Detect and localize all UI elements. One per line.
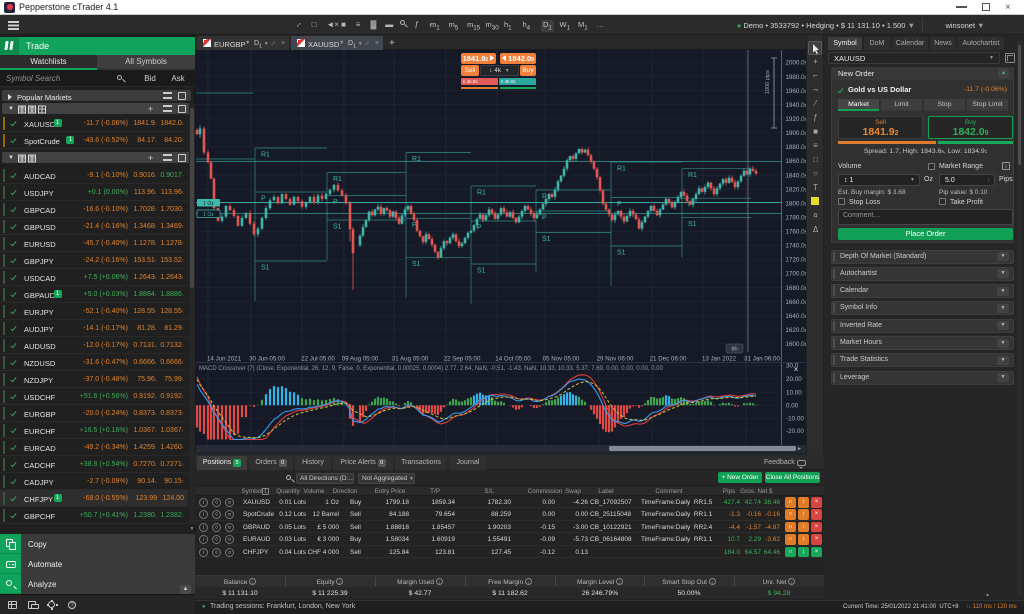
- svg-text:S1: S1: [542, 236, 551, 243]
- svg-text:S1: S1: [477, 268, 486, 275]
- svg-text:1820.05: 1820.05: [785, 186, 806, 193]
- svg-text:1000 pips: 1000 pips: [765, 70, 771, 94]
- svg-text:1920.05: 1920.05: [785, 116, 806, 123]
- svg-text:S1: S1: [412, 261, 421, 268]
- svg-text:1960.05: 1960.05: [785, 88, 806, 95]
- svg-text:1980.05: 1980.05: [785, 74, 806, 81]
- svg-text:31 Jan 06:00: 31 Jan 06:00: [744, 356, 780, 363]
- svg-text:1720.05: 1720.05: [785, 257, 806, 264]
- svg-text:29 Nov 06:00: 29 Nov 06:00: [597, 356, 634, 363]
- svg-text:14 Oct 05:00: 14 Oct 05:00: [495, 356, 531, 363]
- svg-text:1 Oz: 1 Oz: [203, 212, 214, 218]
- svg-text:1860.05: 1860.05: [785, 158, 806, 165]
- svg-text:30.0: 30.0: [786, 363, 799, 370]
- svg-text:1760.05: 1760.05: [785, 229, 806, 236]
- svg-text:1900.05: 1900.05: [785, 130, 806, 137]
- svg-text:2000.05: 2000.05: [785, 60, 806, 67]
- svg-text:22 Jul 05:00: 22 Jul 05:00: [301, 356, 335, 363]
- svg-text:13 Jan 2022: 13 Jan 2022: [702, 356, 737, 363]
- svg-text:-10.00: -10.00: [786, 416, 804, 423]
- svg-text:R1: R1: [412, 156, 421, 163]
- svg-text:1940.05: 1940.05: [785, 102, 806, 109]
- svg-text:MACD Crossover (7) (Close, Exp: MACD Crossover (7) (Close, Exponential, …: [199, 366, 664, 372]
- svg-text:S1: S1: [261, 265, 270, 272]
- svg-text:31 Aug 05:00: 31 Aug 05:00: [392, 356, 429, 363]
- svg-text:R1: R1: [688, 172, 697, 179]
- svg-text:30 Jun 05:00: 30 Jun 05:00: [249, 356, 285, 363]
- svg-text:05 Nov 05:00: 05 Nov 05:00: [543, 356, 580, 363]
- svg-text:1600.05: 1600.05: [785, 341, 806, 348]
- svg-text:R1: R1: [617, 166, 626, 173]
- svg-text:1 Oz: 1 Oz: [203, 201, 214, 207]
- svg-text:09 Aug 05:00: 09 Aug 05:00: [342, 356, 379, 363]
- svg-text:S1: S1: [688, 221, 697, 228]
- svg-text:1660.05: 1660.05: [785, 299, 806, 306]
- svg-text:S1: S1: [333, 224, 342, 231]
- svg-text:R1: R1: [261, 152, 270, 159]
- svg-text:22 Sep 05:00: 22 Sep 05:00: [444, 356, 481, 363]
- svg-text:P: P: [542, 215, 547, 222]
- svg-text:14 Jun 2021: 14 Jun 2021: [207, 356, 242, 363]
- svg-text:21 Dec 06:00: 21 Dec 06:00: [650, 356, 687, 363]
- svg-text:1880.05: 1880.05: [785, 144, 806, 151]
- svg-text:1780.05: 1780.05: [785, 215, 806, 222]
- svg-text:1680.05: 1680.05: [785, 285, 806, 292]
- svg-text:R1: R1: [333, 176, 342, 183]
- svg-text:-20.00: -20.00: [786, 428, 804, 435]
- svg-text:8h: 8h: [731, 347, 737, 353]
- svg-text:20.00: 20.00: [786, 376, 802, 383]
- svg-text:1840.05: 1840.05: [785, 172, 806, 179]
- svg-text:1640.05: 1640.05: [785, 313, 806, 320]
- svg-text:P: P: [477, 225, 482, 232]
- svg-text:R1: R1: [477, 190, 486, 197]
- svg-text:1800.05: 1800.05: [785, 200, 806, 207]
- svg-text:10.00: 10.00: [786, 389, 802, 396]
- svg-text:0.00: 0.00: [786, 402, 799, 409]
- svg-text:1700.05: 1700.05: [785, 271, 806, 278]
- svg-text:S1: S1: [617, 250, 626, 257]
- svg-text:P: P: [261, 196, 266, 203]
- svg-text:1740.05: 1740.05: [785, 243, 806, 250]
- svg-text:1620.05: 1620.05: [785, 327, 806, 334]
